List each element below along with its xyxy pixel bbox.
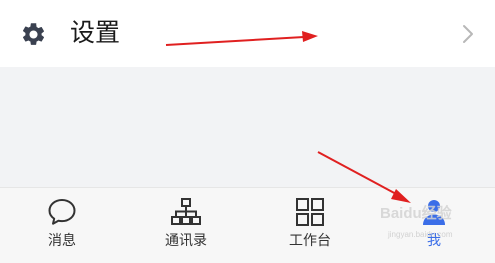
gear-icon: [22, 23, 45, 45]
tab-label: 通讯录: [165, 233, 207, 249]
tab-label: 我: [427, 233, 441, 249]
tab-label: 消息: [48, 233, 76, 249]
person-icon: [423, 200, 445, 225]
grid-icon: [296, 198, 324, 226]
tab-me[interactable]: 我: [372, 188, 495, 263]
empty-background-area: [0, 67, 495, 187]
tab-contacts[interactable]: 通讯录: [124, 188, 248, 263]
settings-row[interactable]: 设置: [0, 0, 495, 67]
tab-label: 工作台: [289, 233, 331, 249]
tab-workbench[interactable]: 工作台: [248, 188, 372, 263]
tab-messages[interactable]: 消息: [0, 188, 124, 263]
chevron-right-icon: [463, 25, 473, 43]
bottom-tab-bar: 消息 通讯录 工作台 我: [0, 187, 495, 263]
settings-label: 设置: [70, 18, 121, 47]
org-chart-icon: [171, 198, 201, 225]
chat-bubble-icon: [48, 199, 76, 225]
